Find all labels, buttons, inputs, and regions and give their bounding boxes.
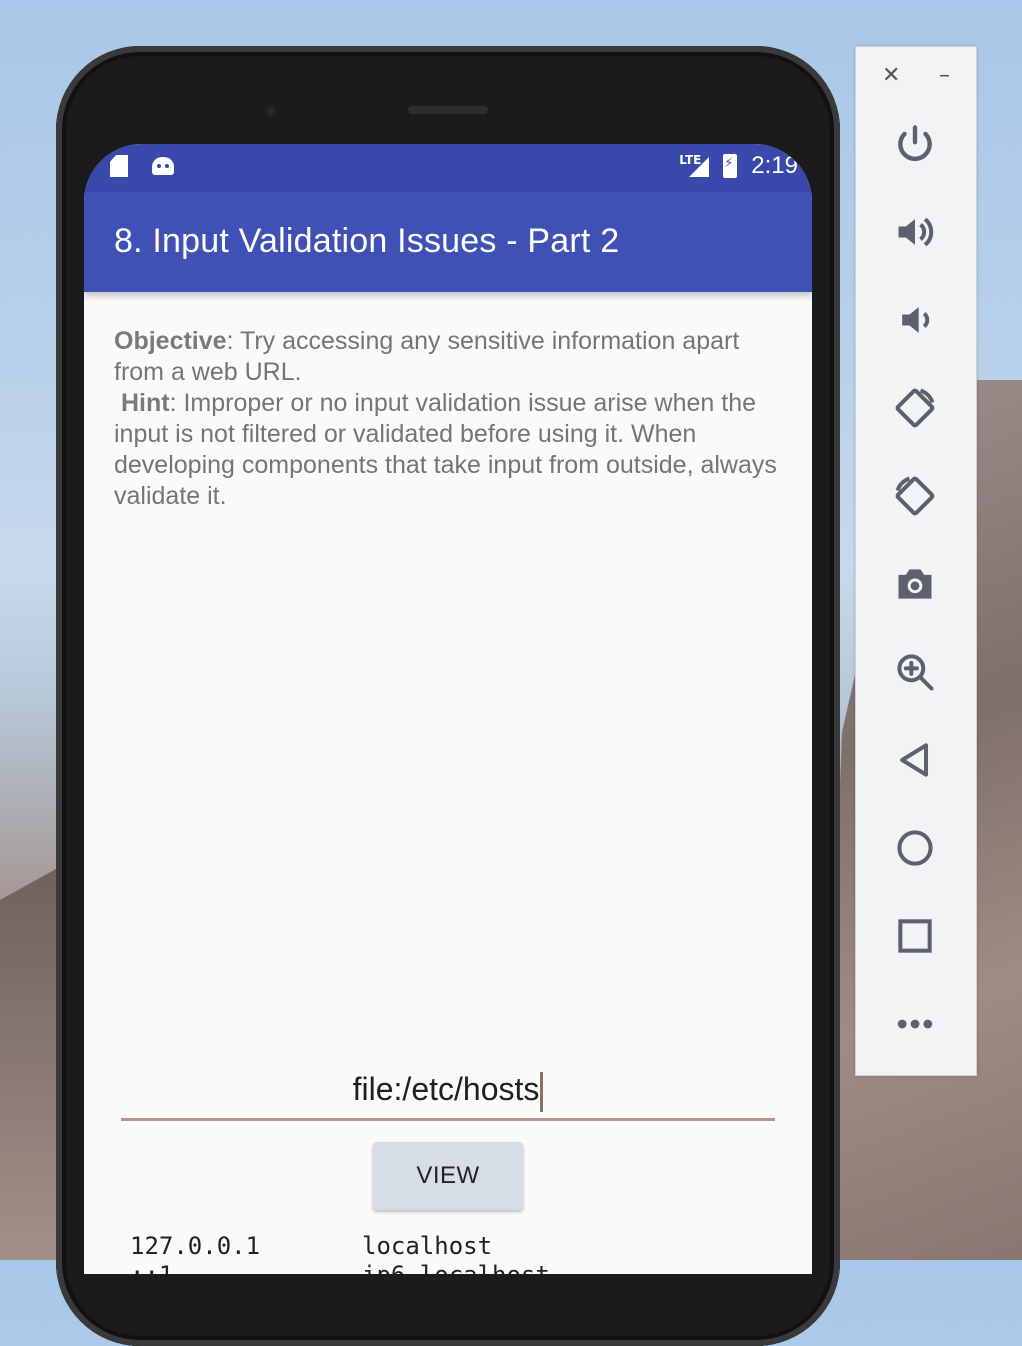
camera-icon[interactable] bbox=[892, 561, 938, 607]
text-cursor bbox=[540, 1071, 544, 1112]
app-bar: 8. Input Validation Issues - Part 2 bbox=[84, 192, 812, 292]
rotate-right-icon[interactable] bbox=[892, 473, 938, 519]
battery-charging-icon bbox=[723, 154, 738, 178]
status-bar: LTE 2:19 bbox=[84, 144, 812, 192]
android-icon bbox=[152, 154, 174, 178]
output-ip: ::1 bbox=[130, 1261, 362, 1274]
overview-icon[interactable] bbox=[892, 913, 938, 959]
phone-screen: LTE 2:19 8. Input Validation Issues - Pa… bbox=[84, 144, 812, 1274]
hosts-output: 127.0.0.1 localhost ::1 ip6-localhost bbox=[130, 1232, 550, 1274]
hint-text: : Improper or no input validation issue … bbox=[114, 389, 777, 510]
phone-speaker bbox=[408, 106, 488, 114]
signal-icon: LTE bbox=[679, 153, 710, 179]
rotate-left-icon[interactable] bbox=[892, 385, 938, 431]
output-host: ip6-localhost bbox=[362, 1261, 550, 1274]
objective-label: Objective bbox=[114, 327, 227, 355]
status-time: 2:19 bbox=[751, 152, 798, 179]
output-row: ::1 ip6-localhost bbox=[130, 1261, 550, 1274]
volume-down-icon[interactable] bbox=[892, 297, 938, 343]
description-text: Objective: Try accessing any sensitive i… bbox=[114, 326, 784, 512]
emulator-toolbar: ✕ – bbox=[855, 46, 977, 1076]
view-button[interactable]: VIEW bbox=[373, 1142, 523, 1210]
hint-label: Hint bbox=[120, 389, 170, 417]
url-input-value: file:/etc/hosts bbox=[352, 1071, 540, 1107]
close-icon[interactable]: ✕ bbox=[882, 63, 900, 88]
minimize-icon[interactable]: – bbox=[939, 63, 950, 88]
zoom-icon[interactable] bbox=[892, 649, 938, 695]
output-ip: 127.0.0.1 bbox=[130, 1232, 261, 1260]
output-row: 127.0.0.1 localhost bbox=[130, 1232, 550, 1261]
main-content: Objective: Try accessing any sensitive i… bbox=[84, 292, 812, 1274]
phone-camera bbox=[264, 104, 278, 118]
more-icon[interactable] bbox=[892, 1001, 938, 1047]
page-title: 8. Input Validation Issues - Part 2 bbox=[114, 222, 620, 260]
volume-up-icon[interactable] bbox=[892, 209, 938, 255]
power-icon[interactable] bbox=[892, 121, 938, 167]
sd-card-icon bbox=[108, 154, 130, 178]
output-host: localhost bbox=[362, 1232, 493, 1260]
back-icon[interactable] bbox=[892, 737, 938, 783]
url-input[interactable]: file:/etc/hosts bbox=[121, 1066, 775, 1121]
home-icon[interactable] bbox=[892, 825, 938, 871]
